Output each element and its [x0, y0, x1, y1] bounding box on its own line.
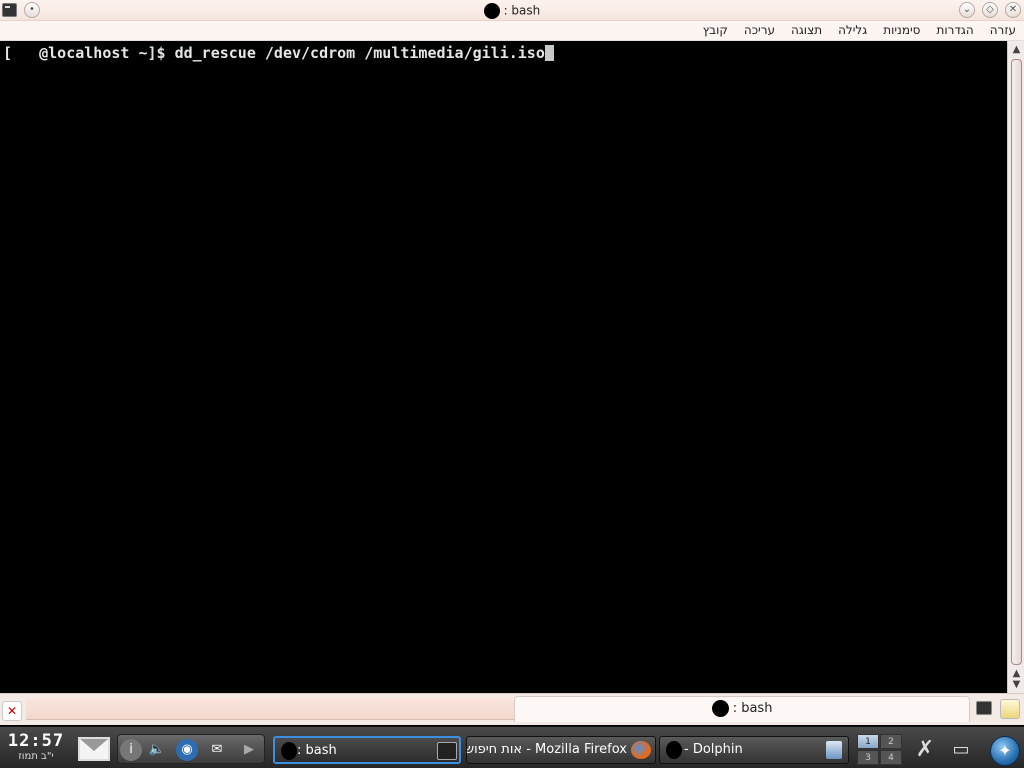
terminal-scrollbar[interactable]: ▲ ▲ ▼	[1007, 41, 1024, 693]
menu-items: קובץ עריכה תצוגה גלילה סימניות הגדרות עז…	[703, 23, 1016, 37]
system-tray: i 🔈 ◉ ✉ ▶	[117, 734, 265, 764]
tools-icon[interactable]: ✗	[910, 736, 940, 764]
close-button[interactable]: ✕	[1005, 2, 1021, 18]
typed-command: dd_rescue /dev/cdrom /multimedia/gili.is…	[174, 44, 545, 62]
menubar: קובץ עריכה תצוגה גלילה סימניות הגדרות עז…	[0, 21, 1024, 41]
desktop-pager: 1 2 3 4	[857, 734, 903, 766]
tray-expand-arrow-icon[interactable]: ▶	[238, 739, 260, 761]
close-tab-icon[interactable]: ✕	[2, 701, 22, 721]
terminal-area[interactable]: [ @localhost ~]$ dd_rescue /dev/cdrom /m…	[0, 41, 1007, 693]
redacted-username	[711, 700, 729, 717]
menu-view[interactable]: תצוגה	[791, 23, 822, 37]
command-line: [ @localhost ~]$ dd_rescue /dev/cdrom /m…	[3, 44, 554, 62]
scroll-down-arrow-icon[interactable]: ▼	[1011, 680, 1022, 690]
info-icon[interactable]: i	[120, 739, 142, 761]
menu-file[interactable]: קובץ	[703, 23, 728, 37]
scroll-up-arrow-icon[interactable]: ▲	[1011, 45, 1022, 55]
desktop-4[interactable]: 4	[880, 750, 902, 765]
clock-date: י"ב תמוז	[18, 751, 54, 762]
volume-icon[interactable]: 🔈	[146, 739, 168, 761]
new-tab-icon[interactable]	[1000, 699, 1020, 719]
mail-icon[interactable]	[78, 737, 110, 761]
redacted-username	[483, 3, 500, 19]
menu-settings[interactable]: הגדרות	[936, 23, 973, 37]
redacted-username	[666, 741, 682, 759]
maximize-button[interactable]: ◇	[982, 2, 998, 18]
window-titlebar[interactable]: • : bash ⌄ ◇ ✕	[0, 0, 1024, 21]
monitor-icon[interactable]: ▭	[946, 736, 976, 764]
desktop-1[interactable]: 1	[857, 734, 879, 749]
menu-edit[interactable]: עריכה	[744, 23, 775, 37]
minimize-button[interactable]: ⌄	[959, 2, 975, 18]
tabbar-empty-space	[26, 698, 514, 720]
scrollbar-thumb[interactable]	[1011, 59, 1022, 665]
task-dolphin[interactable]: - Dolphin	[659, 736, 849, 764]
network-globe-icon[interactable]: ◉	[176, 739, 198, 761]
taskbar: 12:57 י"ב תמוז i 🔈 ◉ ✉ ▶ : bash אות חיפו…	[0, 726, 1024, 768]
clock[interactable]: 12:57 י"ב תמוז	[4, 731, 68, 762]
menu-bookmarks[interactable]: סימניות	[883, 23, 920, 37]
terminal-icon	[437, 742, 457, 760]
dolphin-icon	[826, 741, 842, 759]
kde-menu-icon[interactable]: ✦	[990, 736, 1020, 766]
menu-help[interactable]: עזרה	[990, 23, 1016, 37]
klipper-icon[interactable]: ✉	[206, 739, 228, 761]
new-terminal-icon[interactable]	[976, 701, 992, 715]
firefox-icon	[631, 741, 651, 759]
redacted-username	[281, 742, 297, 760]
shell-prompt: [ @localhost ~]$	[3, 44, 175, 62]
window-title: : bash	[0, 3, 1024, 19]
text-cursor	[544, 45, 554, 61]
tab-bash[interactable]: : bash	[514, 696, 970, 722]
task-bash[interactable]: : bash	[273, 736, 461, 764]
desktop-2[interactable]: 2	[880, 734, 902, 749]
task-firefox[interactable]: אות חיפוש - Mozilla Firefox	[466, 736, 656, 764]
desktop-3[interactable]: 3	[857, 750, 879, 765]
terminal-tabbar: ✕ : bash	[0, 693, 1024, 725]
clock-time: 12:57	[7, 731, 65, 751]
menu-scrollback[interactable]: גלילה	[838, 23, 867, 37]
scroll-up-arrow-icon[interactable]: ▲	[1011, 669, 1022, 679]
